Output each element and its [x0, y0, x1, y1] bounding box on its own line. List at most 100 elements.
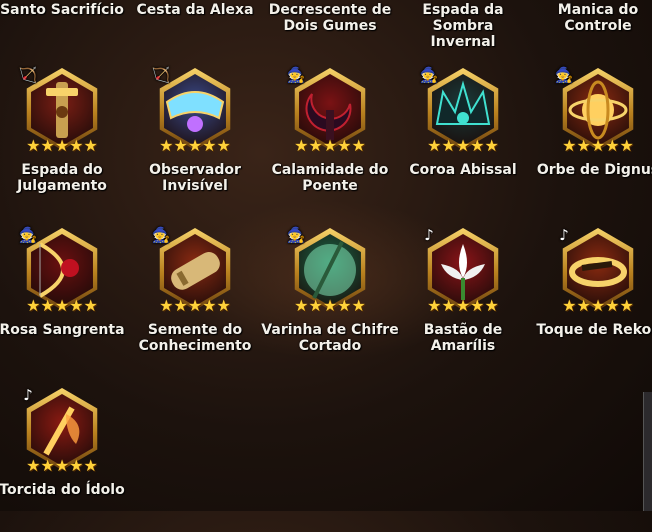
mage-hat-icon: 🧙	[151, 226, 171, 244]
star-rating: ★ ★ ★ ★ ★	[293, 138, 367, 154]
bow-icon: 🏹	[151, 66, 171, 84]
star-icon: ★	[159, 136, 174, 155]
star-icon: ★	[202, 296, 217, 315]
artifact-card[interactable]: ♪ ★ ★ ★ ★ ★ Bastão de Amarílis	[398, 222, 528, 372]
artifact-card[interactable]: 🏹 ★ ★ ★ ★ ★ Observador Invisível	[130, 62, 260, 212]
artifact-grid: Santo Sacrifício Cesta da Alexa Decresce…	[0, 0, 652, 511]
artifact-card[interactable]: 🧙 ★ ★ ★ ★ ★ Semente do Conhecimento	[130, 222, 260, 372]
mage-hat-icon: 🧙	[18, 226, 38, 244]
star-icon: ★	[455, 296, 471, 315]
star-icon: ★	[54, 456, 70, 475]
mage-hat-icon: 🧙	[554, 66, 574, 84]
artifact-icon-frame: ♪ ★ ★ ★ ★ ★	[17, 382, 107, 480]
star-icon: ★	[187, 136, 203, 155]
artifact-icon-frame: ♪ ★ ★ ★ ★ ★	[418, 222, 508, 320]
star-icon: ★	[54, 296, 70, 315]
artifact-card[interactable]: 🧙 ★ ★ ★ ★ ★ Calamidade do Poente	[265, 62, 395, 212]
artifact-name: Coroa Abissal	[409, 162, 517, 178]
star-icon: ★	[187, 296, 203, 315]
artifact-icon-frame: 🧙 ★ ★ ★ ★ ★	[285, 62, 375, 160]
star-icon: ★	[351, 136, 366, 155]
star-icon: ★	[26, 296, 41, 315]
music-note-icon: ♪	[23, 386, 33, 404]
star-icon: ★	[26, 136, 41, 155]
top-item-label[interactable]: Cesta da Alexa	[130, 2, 260, 18]
star-icon: ★	[40, 296, 55, 315]
star-icon: ★	[562, 296, 577, 315]
artifact-name: Calamidade do Poente	[271, 162, 389, 194]
star-icon: ★	[427, 136, 442, 155]
artifact-card[interactable]: ♪ ★ ★ ★ ★ ★ Torcida do Ídolo	[0, 382, 127, 532]
star-rating: ★ ★ ★ ★ ★	[426, 138, 500, 154]
star-icon: ★	[40, 136, 55, 155]
artifact-name: Varinha de Chifre Cortado	[261, 322, 399, 354]
mage-hat-icon: 🧙	[419, 66, 439, 84]
star-rating: ★ ★ ★ ★ ★	[25, 298, 99, 314]
star-rating: ★ ★ ★ ★ ★	[158, 298, 232, 314]
artifact-card[interactable]: 🧙 ★ ★ ★ ★ ★ Orbe de Dignus	[533, 62, 652, 212]
artifact-card[interactable]: ♪ ★ ★ ★ ★ ★ Toque de Rekos	[533, 222, 652, 372]
star-icon: ★	[576, 136, 591, 155]
music-note-icon: ♪	[559, 226, 569, 244]
star-icon: ★	[54, 136, 70, 155]
star-icon: ★	[337, 136, 352, 155]
star-icon: ★	[173, 136, 188, 155]
artifact-card[interactable]: 🧙 ★ ★ ★ ★ ★ Rosa Sangrenta	[0, 222, 127, 372]
artifact-icon-frame: 🧙 ★ ★ ★ ★ ★	[150, 222, 240, 320]
star-icon: ★	[322, 136, 338, 155]
star-icon: ★	[455, 136, 471, 155]
artifact-icon-frame: 🏹 ★ ★ ★ ★ ★	[150, 62, 240, 160]
star-icon: ★	[294, 296, 309, 315]
top-item-label[interactable]: Espada da Sombra Invernal	[398, 2, 528, 50]
star-icon: ★	[337, 296, 352, 315]
star-icon: ★	[619, 136, 634, 155]
star-icon: ★	[484, 136, 499, 155]
top-item-label[interactable]: Decrescente de Dois Gumes	[265, 2, 395, 34]
mage-hat-icon: 🧙	[286, 66, 306, 84]
artifact-name: Espada do Julgamento	[17, 162, 107, 194]
star-rating: ★ ★ ★ ★ ★	[561, 298, 635, 314]
artifact-icon-frame: 🧙 ★ ★ ★ ★ ★	[553, 62, 643, 160]
star-icon: ★	[590, 296, 606, 315]
star-rating: ★ ★ ★ ★ ★	[158, 138, 232, 154]
star-rating: ★ ★ ★ ★ ★	[25, 458, 99, 474]
artifact-icon-frame: 🧙 ★ ★ ★ ★ ★	[285, 222, 375, 320]
artifact-name: Bastão de Amarílis	[423, 322, 503, 354]
star-icon: ★	[83, 296, 98, 315]
side-panel-edge	[643, 392, 652, 511]
artifact-name: Semente do Conhecimento	[138, 322, 252, 354]
artifact-icon-frame: 🏹 ★ ★ ★ ★ ★	[17, 62, 107, 160]
star-icon: ★	[619, 296, 634, 315]
artifact-name: Rosa Sangrenta	[0, 322, 125, 338]
star-icon: ★	[294, 136, 309, 155]
star-icon: ★	[351, 296, 366, 315]
artifact-name: Torcida do Ídolo	[0, 482, 125, 498]
star-rating: ★ ★ ★ ★ ★	[25, 138, 99, 154]
star-icon: ★	[322, 296, 338, 315]
star-rating: ★ ★ ★ ★ ★	[293, 298, 367, 314]
star-icon: ★	[69, 136, 84, 155]
star-icon: ★	[605, 136, 620, 155]
star-icon: ★	[308, 136, 323, 155]
star-icon: ★	[484, 296, 499, 315]
star-icon: ★	[26, 456, 41, 475]
artifact-card[interactable]: 🧙 ★ ★ ★ ★ ★ Coroa Abissal	[398, 62, 528, 212]
star-icon: ★	[427, 296, 442, 315]
star-icon: ★	[590, 136, 606, 155]
star-icon: ★	[173, 296, 188, 315]
star-icon: ★	[216, 296, 231, 315]
star-icon: ★	[83, 136, 98, 155]
star-icon: ★	[576, 296, 591, 315]
star-icon: ★	[216, 136, 231, 155]
top-item-label[interactable]: Manica do Controle	[533, 2, 652, 34]
artifact-card[interactable]: 🧙 ★ ★ ★ ★ ★ Varinha de Chifre Cortado	[261, 222, 398, 372]
star-rating: ★ ★ ★ ★ ★	[561, 138, 635, 154]
star-icon: ★	[470, 296, 485, 315]
star-icon: ★	[441, 136, 456, 155]
star-icon: ★	[470, 136, 485, 155]
star-icon: ★	[83, 456, 98, 475]
top-item-label[interactable]: Santo Sacrifício	[0, 2, 127, 18]
artifact-card[interactable]: 🏹 ★ ★ ★ ★ ★ Espada do Julgamento	[0, 62, 127, 212]
star-icon: ★	[159, 296, 174, 315]
star-icon: ★	[202, 136, 217, 155]
